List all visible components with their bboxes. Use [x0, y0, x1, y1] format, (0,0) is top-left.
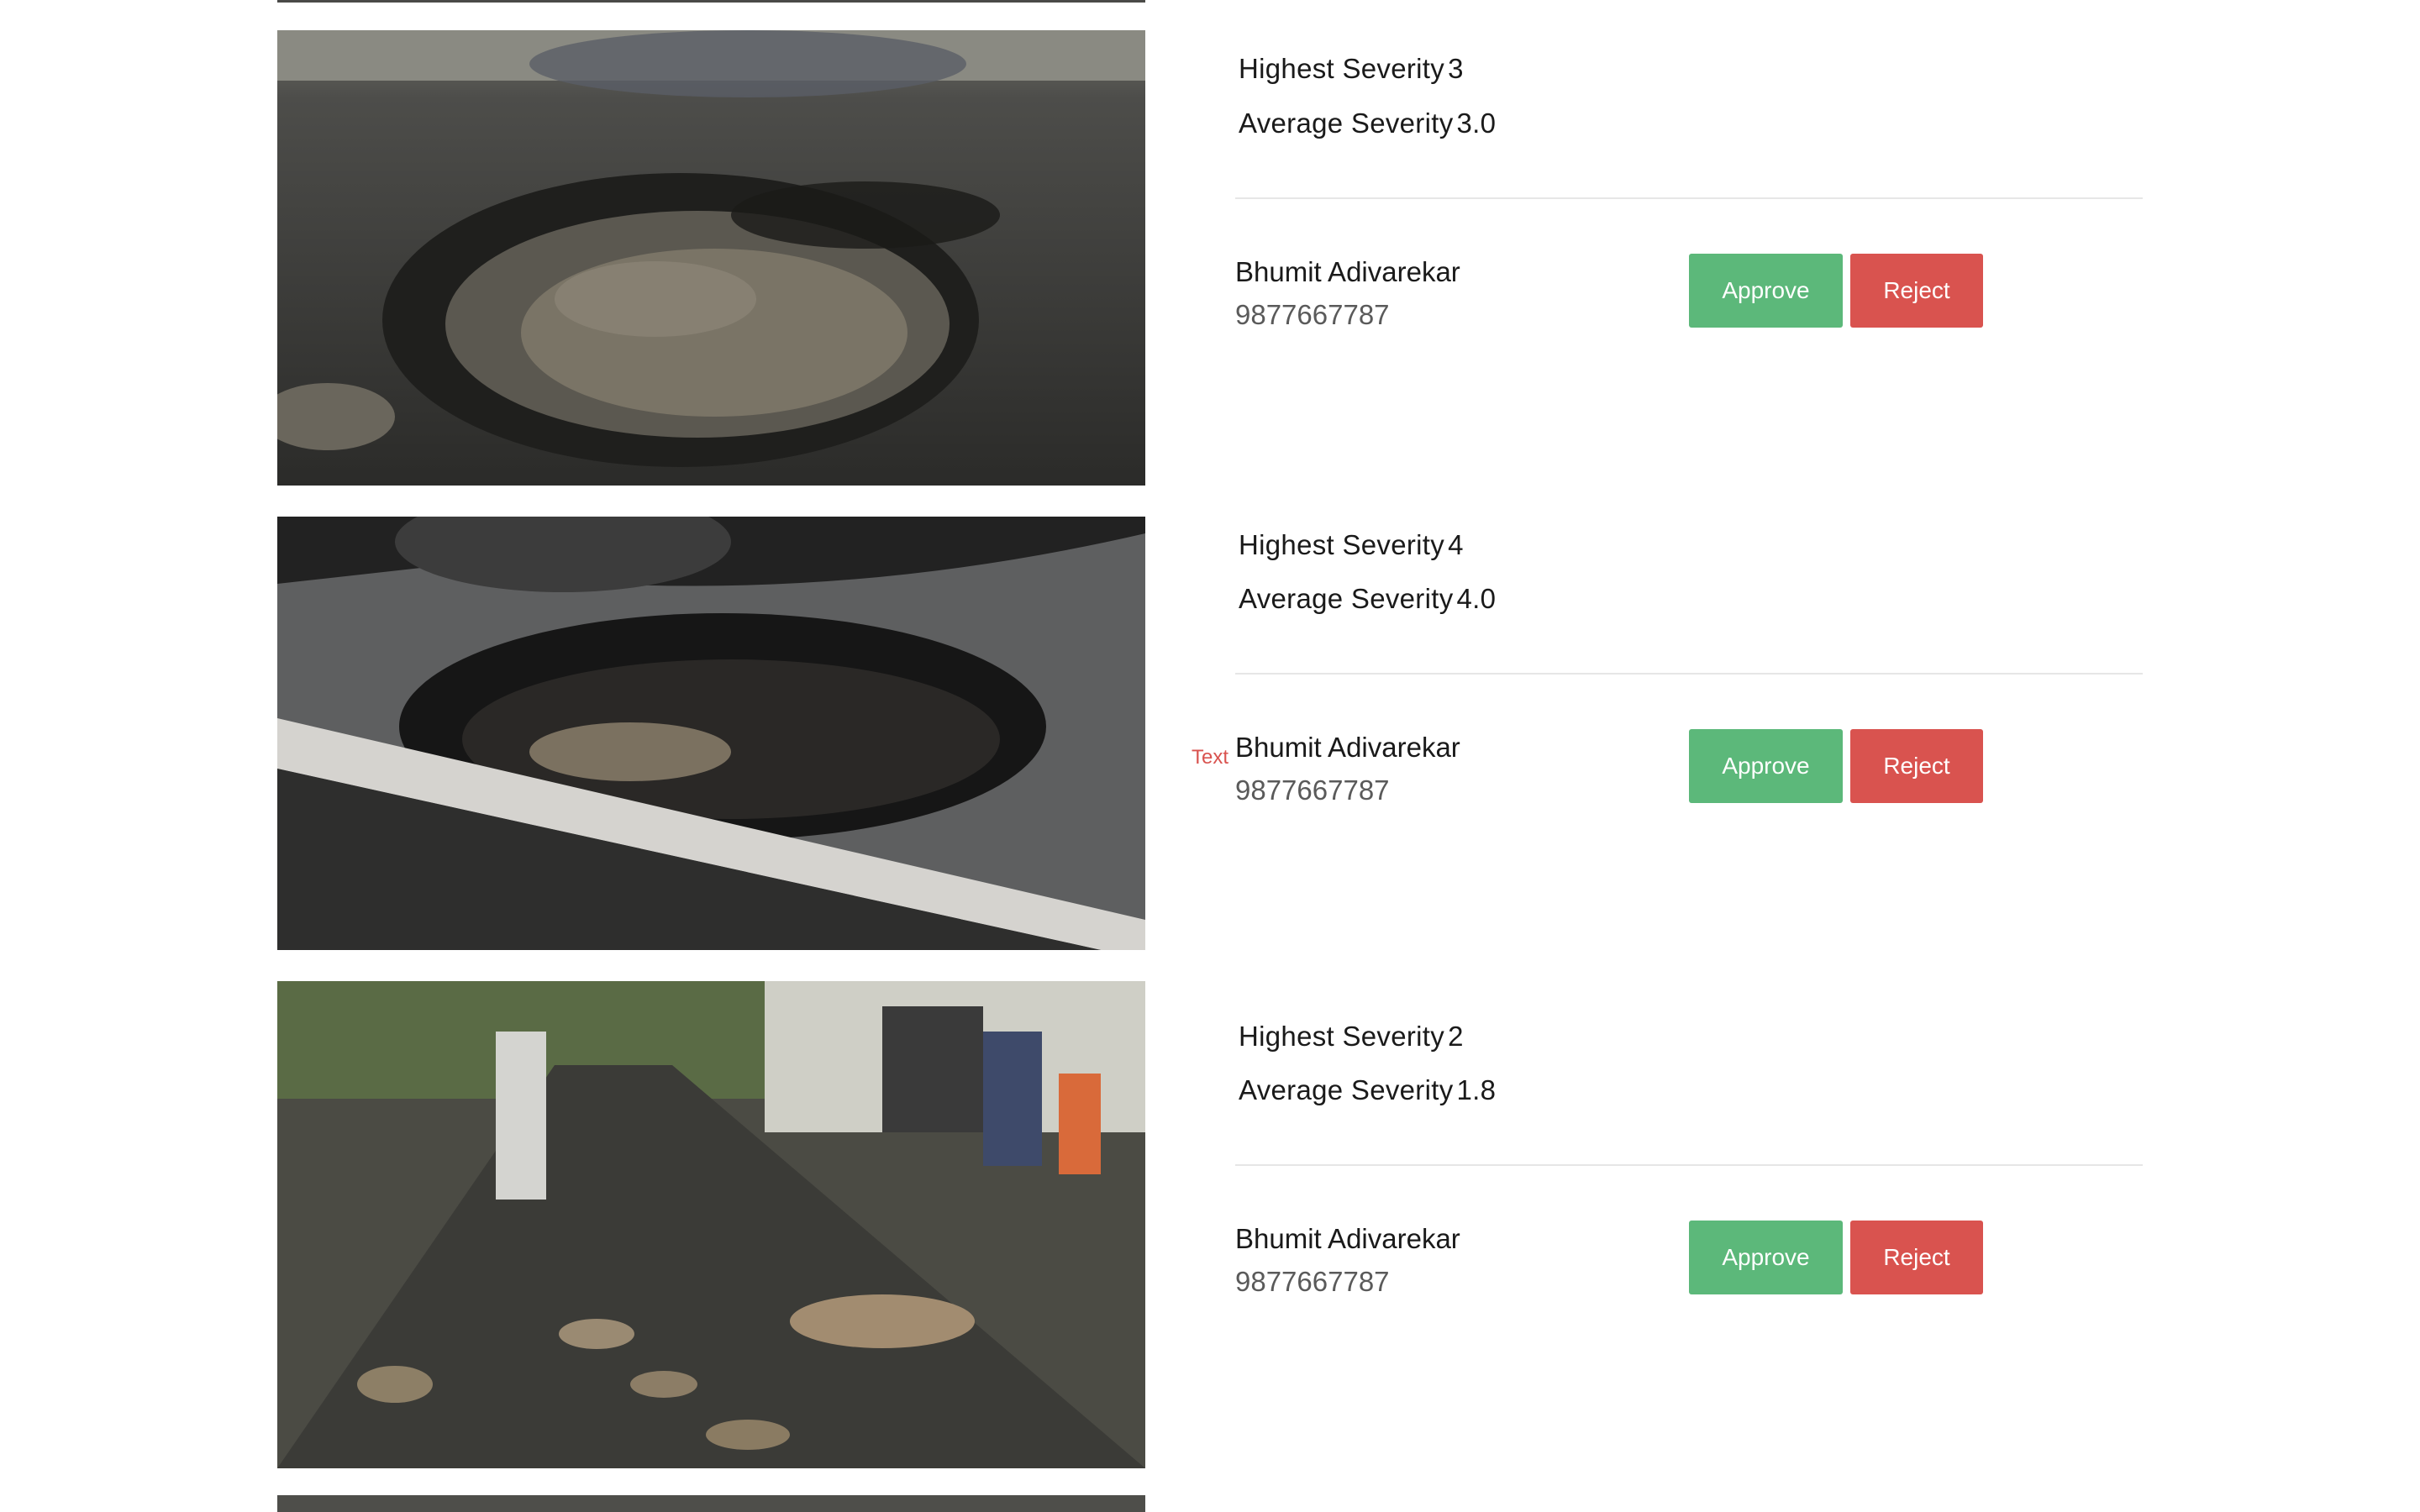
average-severity: Average Severity 1.8	[1235, 1074, 1496, 1106]
highest-severity: Highest Severity 2	[1235, 1021, 1464, 1053]
average-severity: Average Severity 3.0	[1235, 108, 1496, 139]
highest-severity-value: 2	[1448, 1021, 1464, 1052]
average-severity-label: Average Severity	[1239, 583, 1454, 614]
reporter-name: Bhumit Adivarekar	[1235, 732, 1460, 763]
highest-severity: Highest Severity 3	[1235, 53, 1464, 85]
highest-severity-value: 4	[1448, 529, 1464, 560]
pothole-photo-next	[277, 1495, 1145, 1512]
average-severity-label: Average Severity	[1239, 108, 1454, 139]
reject-button[interactable]: Reject	[1850, 1221, 1983, 1294]
reporter-phone: 9877667787	[1235, 299, 1390, 330]
approve-button[interactable]: Approve	[1689, 729, 1843, 803]
reporter-phone: 9877667787	[1235, 774, 1390, 806]
approve-button[interactable]: Approve	[1689, 1221, 1843, 1294]
pothole-photo	[277, 981, 1145, 1468]
pothole-review-page: Highest Severity 3 Average Severity 3.0 Bh…	[0, 0, 2420, 1512]
average-severity-value: 1.8	[1456, 1074, 1497, 1105]
average-severity-value: 4.0	[1456, 583, 1497, 614]
stray-text-label: Text	[1192, 746, 1229, 769]
average-severity-value: 3.0	[1456, 108, 1497, 139]
pothole-photo-previous	[277, 0, 1145, 3]
divider	[1235, 197, 2143, 199]
highest-severity-value: 3	[1448, 53, 1464, 84]
divider	[1235, 1164, 2143, 1166]
reporter-name: Bhumit Adivarekar	[1235, 256, 1460, 287]
pothole-photo	[277, 30, 1145, 486]
highest-severity-label: Highest Severity	[1239, 529, 1445, 560]
reject-button[interactable]: Reject	[1850, 254, 1983, 328]
divider	[1235, 673, 2143, 675]
reporter-phone: 9877667787	[1235, 1266, 1390, 1297]
reporter-name: Bhumit Adivarekar	[1235, 1223, 1460, 1254]
average-severity: Average Severity 4.0	[1235, 583, 1496, 615]
highest-severity-label: Highest Severity	[1239, 1021, 1445, 1052]
average-severity-label: Average Severity	[1239, 1074, 1454, 1105]
highest-severity-label: Highest Severity	[1239, 53, 1445, 84]
reject-button[interactable]: Reject	[1850, 729, 1983, 803]
pothole-photo	[277, 517, 1145, 950]
highest-severity: Highest Severity 4	[1235, 529, 1464, 561]
approve-button[interactable]: Approve	[1689, 254, 1843, 328]
